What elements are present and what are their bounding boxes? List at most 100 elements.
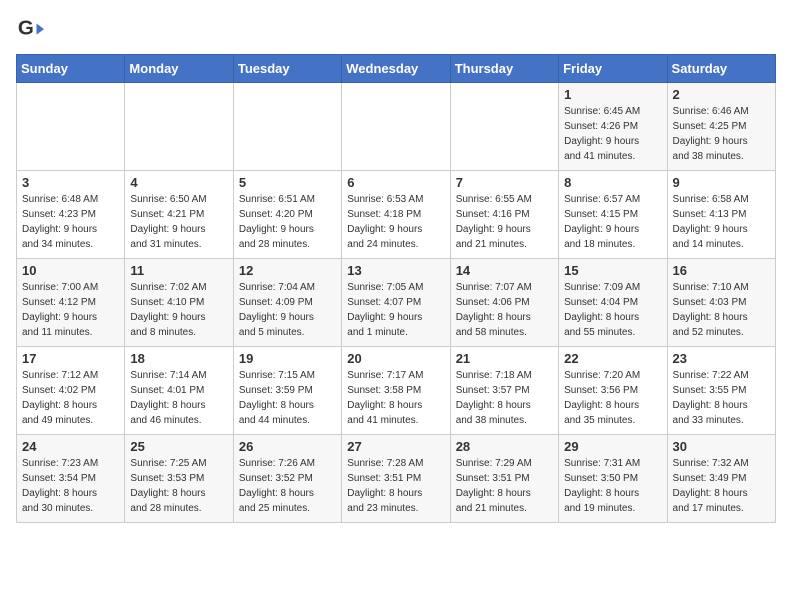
svg-text:G: G [18, 17, 34, 40]
day-number: 16 [673, 263, 770, 278]
day-number: 22 [564, 351, 661, 366]
calendar-week-row: 10 Sunrise: 7:00 AM Sunset: 4:12 PM Dayli… [17, 259, 776, 347]
calendar-cell: 14 Sunrise: 7:07 AM Sunset: 4:06 PM Dayli… [450, 259, 558, 347]
calendar-cell: 15 Sunrise: 7:09 AM Sunset: 4:04 PM Dayli… [559, 259, 667, 347]
day-info: Sunrise: 7:02 AM Sunset: 4:10 PM Dayligh… [130, 280, 227, 340]
calendar-cell [342, 83, 450, 171]
calendar-week-row: 1Sunrise: 6:45 AM Sunset: 4:26 PM Daylig… [17, 83, 776, 171]
calendar-cell [233, 83, 341, 171]
day-number: 9 [673, 175, 770, 190]
calendar-cell: 27 Sunrise: 7:28 AM Sunset: 3:51 PM Dayli… [342, 435, 450, 523]
day-info: Sunrise: 7:25 AM Sunset: 3:53 PM Dayligh… [130, 456, 227, 516]
calendar-cell: 19 Sunrise: 7:15 AM Sunset: 3:59 PM Dayli… [233, 347, 341, 435]
day-number: 2 [673, 87, 770, 102]
day-info: Sunrise: 6:57 AM Sunset: 4:15 PM Dayligh… [564, 192, 661, 252]
day-info: Sunrise: 6:58 AM Sunset: 4:13 PM Dayligh… [673, 192, 770, 252]
logo-icon: G [16, 16, 44, 44]
calendar-week-row: 24 Sunrise: 7:23 AM Sunset: 3:54 PM Dayli… [17, 435, 776, 523]
weekday-header: Thursday [450, 55, 558, 83]
calendar-cell: 7 Sunrise: 6:55 AM Sunset: 4:16 PM Daylig… [450, 171, 558, 259]
calendar-cell: 2 Sunrise: 6:46 AM Sunset: 4:25 PM Daylig… [667, 83, 775, 171]
day-number: 28 [456, 439, 553, 454]
day-info: Sunrise: 7:29 AM Sunset: 3:51 PM Dayligh… [456, 456, 553, 516]
weekday-header: Saturday [667, 55, 775, 83]
day-number: 15 [564, 263, 661, 278]
day-info: Sunrise: 7:10 AM Sunset: 4:03 PM Dayligh… [673, 280, 770, 340]
day-info: Sunrise: 7:12 AM Sunset: 4:02 PM Dayligh… [22, 368, 119, 428]
day-info: Sunrise: 6:53 AM Sunset: 4:18 PM Dayligh… [347, 192, 444, 252]
day-info: Sunrise: 7:00 AM Sunset: 4:12 PM Dayligh… [22, 280, 119, 340]
calendar-cell: 25 Sunrise: 7:25 AM Sunset: 3:53 PM Dayli… [125, 435, 233, 523]
calendar-cell: 30Sunrise: 7:32 AM Sunset: 3:49 PM Dayli… [667, 435, 775, 523]
weekday-header: Tuesday [233, 55, 341, 83]
day-number: 17 [22, 351, 119, 366]
day-info: Sunrise: 7:28 AM Sunset: 3:51 PM Dayligh… [347, 456, 444, 516]
calendar-cell: 20 Sunrise: 7:17 AM Sunset: 3:58 PM Dayli… [342, 347, 450, 435]
day-info: Sunrise: 7:20 AM Sunset: 3:56 PM Dayligh… [564, 368, 661, 428]
calendar-cell: 24 Sunrise: 7:23 AM Sunset: 3:54 PM Dayli… [17, 435, 125, 523]
calendar-cell: 26 Sunrise: 7:26 AM Sunset: 3:52 PM Dayli… [233, 435, 341, 523]
day-number: 1 [564, 87, 661, 102]
day-number: 7 [456, 175, 553, 190]
day-info: Sunrise: 7:22 AM Sunset: 3:55 PM Dayligh… [673, 368, 770, 428]
calendar-cell: 3Sunrise: 6:48 AM Sunset: 4:23 PM Daylig… [17, 171, 125, 259]
calendar-cell: 6 Sunrise: 6:53 AM Sunset: 4:18 PM Daylig… [342, 171, 450, 259]
calendar-cell: 4 Sunrise: 6:50 AM Sunset: 4:21 PM Daylig… [125, 171, 233, 259]
day-info: Sunrise: 6:50 AM Sunset: 4:21 PM Dayligh… [130, 192, 227, 252]
day-info: Sunrise: 7:07 AM Sunset: 4:06 PM Dayligh… [456, 280, 553, 340]
calendar-cell: 23Sunrise: 7:22 AM Sunset: 3:55 PM Dayli… [667, 347, 775, 435]
day-info: Sunrise: 7:14 AM Sunset: 4:01 PM Dayligh… [130, 368, 227, 428]
weekday-header: Monday [125, 55, 233, 83]
day-info: Sunrise: 7:15 AM Sunset: 3:59 PM Dayligh… [239, 368, 336, 428]
day-number: 4 [130, 175, 227, 190]
calendar-cell: 13Sunrise: 7:05 AM Sunset: 4:07 PM Dayli… [342, 259, 450, 347]
logo: G [16, 16, 48, 44]
day-number: 25 [130, 439, 227, 454]
day-number: 5 [239, 175, 336, 190]
day-number: 26 [239, 439, 336, 454]
day-number: 20 [347, 351, 444, 366]
calendar-cell: 8 Sunrise: 6:57 AM Sunset: 4:15 PM Daylig… [559, 171, 667, 259]
calendar-cell: 11 Sunrise: 7:02 AM Sunset: 4:10 PM Dayli… [125, 259, 233, 347]
day-number: 10 [22, 263, 119, 278]
calendar-cell: 12Sunrise: 7:04 AM Sunset: 4:09 PM Dayli… [233, 259, 341, 347]
day-number: 30 [673, 439, 770, 454]
day-number: 27 [347, 439, 444, 454]
day-info: Sunrise: 7:18 AM Sunset: 3:57 PM Dayligh… [456, 368, 553, 428]
day-number: 21 [456, 351, 553, 366]
calendar-cell [450, 83, 558, 171]
calendar-cell: 16 Sunrise: 7:10 AM Sunset: 4:03 PM Dayli… [667, 259, 775, 347]
calendar-cell: 1Sunrise: 6:45 AM Sunset: 4:26 PM Daylig… [559, 83, 667, 171]
day-info: Sunrise: 7:17 AM Sunset: 3:58 PM Dayligh… [347, 368, 444, 428]
day-info: Sunrise: 7:26 AM Sunset: 3:52 PM Dayligh… [239, 456, 336, 516]
calendar-cell [125, 83, 233, 171]
day-info: Sunrise: 7:09 AM Sunset: 4:04 PM Dayligh… [564, 280, 661, 340]
day-number: 11 [130, 263, 227, 278]
calendar-cell [17, 83, 125, 171]
calendar-cell: 9 Sunrise: 6:58 AM Sunset: 4:13 PM Daylig… [667, 171, 775, 259]
calendar-cell: 17 Sunrise: 7:12 AM Sunset: 4:02 PM Dayli… [17, 347, 125, 435]
calendar-cell: 29Sunrise: 7:31 AM Sunset: 3:50 PM Dayli… [559, 435, 667, 523]
day-number: 14 [456, 263, 553, 278]
calendar-cell: 21 Sunrise: 7:18 AM Sunset: 3:57 PM Dayli… [450, 347, 558, 435]
page-header: G [16, 16, 776, 44]
day-info: Sunrise: 7:05 AM Sunset: 4:07 PM Dayligh… [347, 280, 444, 340]
day-number: 29 [564, 439, 661, 454]
calendar-week-row: 17 Sunrise: 7:12 AM Sunset: 4:02 PM Dayli… [17, 347, 776, 435]
calendar-cell: 22 Sunrise: 7:20 AM Sunset: 3:56 PM Dayli… [559, 347, 667, 435]
calendar-cell: 5Sunrise: 6:51 AM Sunset: 4:20 PM Daylig… [233, 171, 341, 259]
day-info: Sunrise: 6:48 AM Sunset: 4:23 PM Dayligh… [22, 192, 119, 252]
day-number: 24 [22, 439, 119, 454]
day-info: Sunrise: 6:46 AM Sunset: 4:25 PM Dayligh… [673, 104, 770, 164]
weekday-header: Sunday [17, 55, 125, 83]
day-number: 12 [239, 263, 336, 278]
day-info: Sunrise: 7:23 AM Sunset: 3:54 PM Dayligh… [22, 456, 119, 516]
day-number: 8 [564, 175, 661, 190]
calendar-cell: 28 Sunrise: 7:29 AM Sunset: 3:51 PM Dayli… [450, 435, 558, 523]
day-number: 19 [239, 351, 336, 366]
calendar-week-row: 3Sunrise: 6:48 AM Sunset: 4:23 PM Daylig… [17, 171, 776, 259]
day-number: 6 [347, 175, 444, 190]
day-number: 18 [130, 351, 227, 366]
calendar-cell: 10 Sunrise: 7:00 AM Sunset: 4:12 PM Dayli… [17, 259, 125, 347]
day-info: Sunrise: 6:55 AM Sunset: 4:16 PM Dayligh… [456, 192, 553, 252]
